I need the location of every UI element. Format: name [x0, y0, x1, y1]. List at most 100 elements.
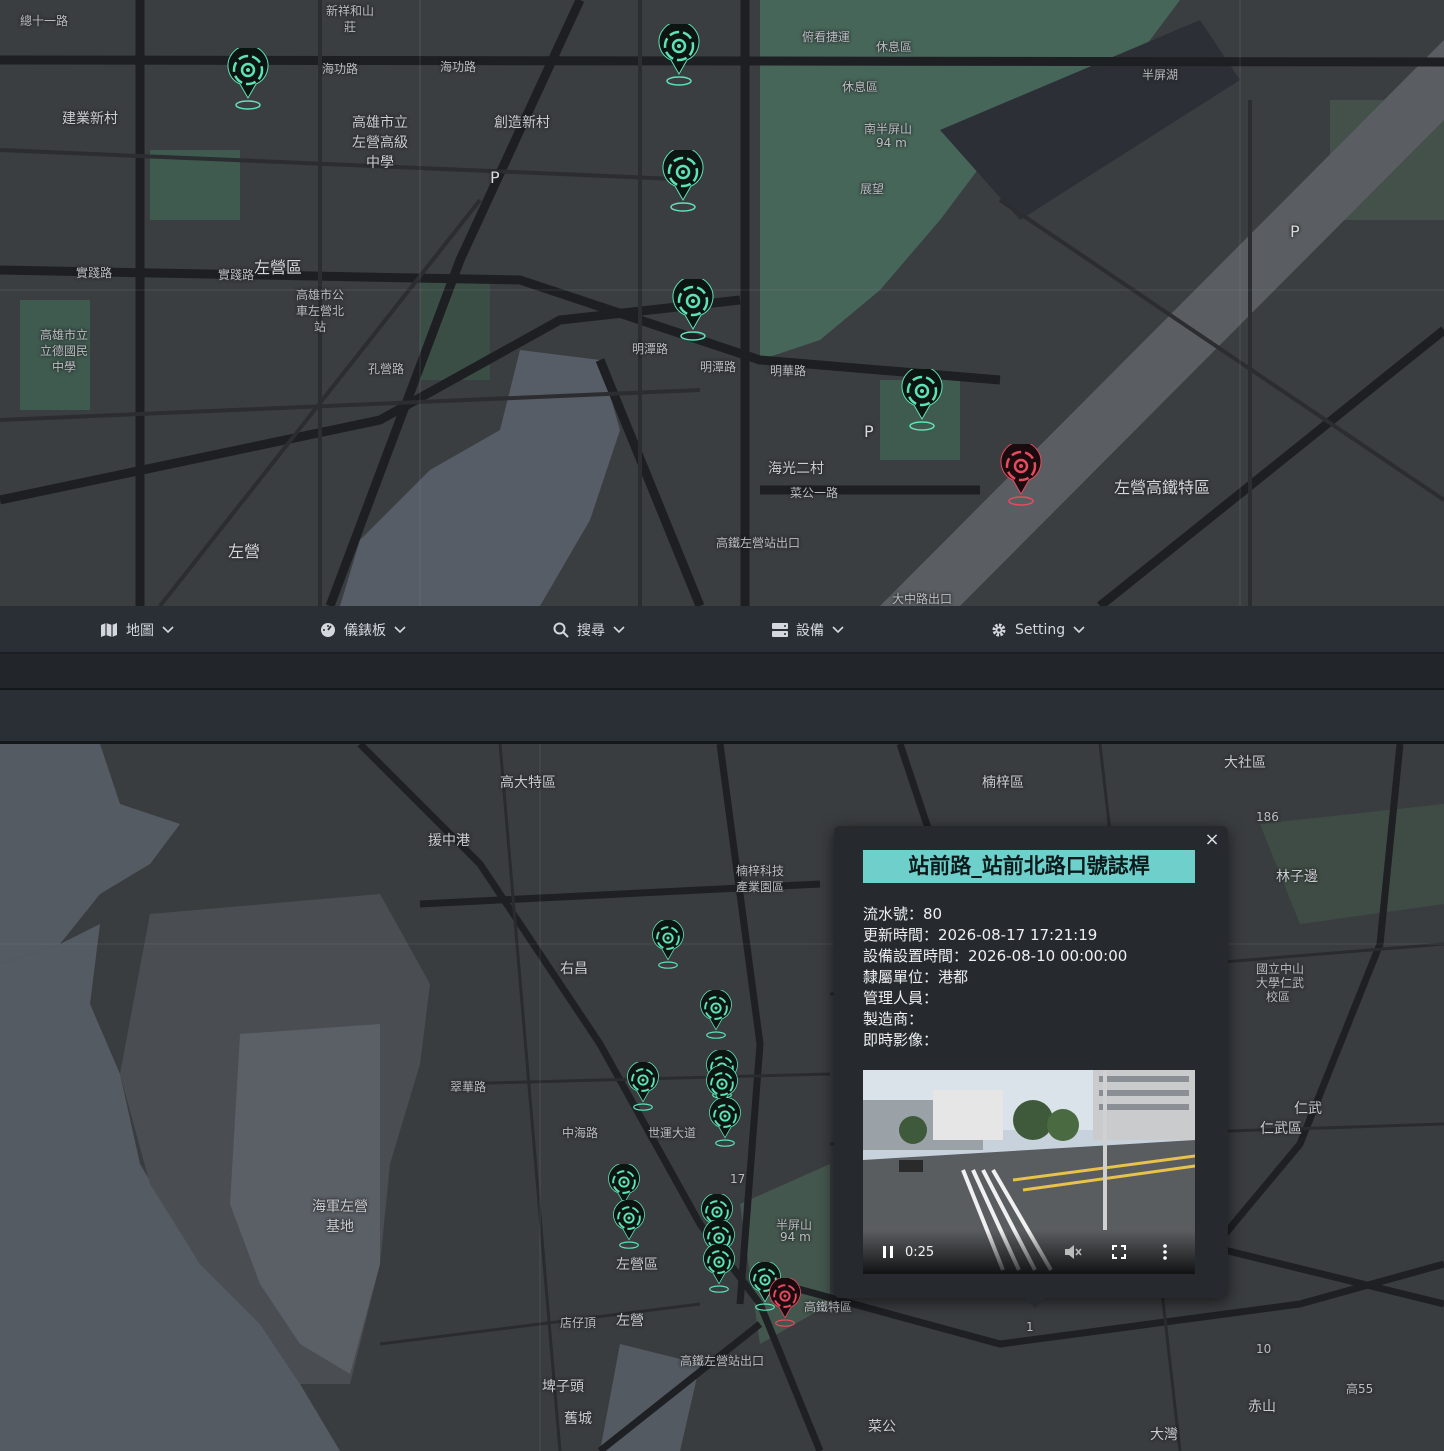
map-label: 高鐵左營站出口: [716, 536, 801, 550]
map-label: 中學: [52, 360, 77, 374]
chevron-down-icon: [613, 626, 625, 634]
info-unit: 隸屬單位：港都: [863, 968, 969, 986]
map-label: 楠梓區: [982, 775, 1024, 791]
camera-marker-green[interactable]: [702, 1244, 736, 1294]
map-label: P: [1290, 222, 1300, 241]
map-label: 左營高鐵特區: [1114, 478, 1211, 497]
camera-marker-red[interactable]: [768, 1278, 802, 1328]
camera-marker-green[interactable]: [657, 24, 701, 86]
map-label: 半屏湖: [1142, 68, 1179, 82]
chevron-down-icon: [1073, 626, 1085, 634]
map-label: 菜公一路: [790, 486, 839, 500]
map-label: 實踐路: [76, 266, 113, 280]
map-label: 實踐路: [218, 268, 255, 282]
pause-icon[interactable]: [881, 1245, 895, 1259]
map-label: 明華路: [770, 364, 807, 378]
map-label: 左營: [616, 1313, 644, 1329]
camera-marker-green[interactable]: [900, 369, 944, 431]
camera-marker-green[interactable]: [651, 920, 685, 970]
toolbar-band: [0, 654, 1444, 690]
chevron-down-icon: [832, 626, 844, 634]
map-label: 高鐵特區: [804, 1300, 853, 1314]
map-label: 楠梓科技: [736, 864, 785, 878]
map-label: 車左營北: [296, 304, 345, 318]
camera-marker-red[interactable]: [999, 444, 1043, 506]
map-label: 立德國民: [40, 344, 89, 358]
map-label: 高大特區: [500, 775, 556, 791]
map-label: 基地: [326, 1219, 354, 1235]
map-label: 海功路: [322, 62, 359, 76]
nav-item-map[interactable]: 地圖: [100, 606, 174, 654]
nav-label: 設備: [796, 623, 824, 639]
nav-label: 儀錶板: [344, 623, 386, 639]
info-manager: 管理人員：: [863, 989, 939, 1007]
map-label: 世運大道: [648, 1126, 697, 1140]
map-label: 大中路出口: [892, 592, 953, 606]
camera-marker-green[interactable]: [671, 279, 715, 341]
map-label: 海功路: [440, 60, 477, 74]
map-label: P: [490, 168, 500, 187]
camera-marker-green[interactable]: [699, 990, 733, 1040]
map-icon: [101, 623, 117, 637]
camera-marker-green[interactable]: [226, 48, 270, 110]
top-map-tiles: [0, 0, 1444, 606]
nav-item-dashboard[interactable]: 儀錶板: [320, 606, 406, 654]
map-label: 明潭路: [632, 342, 669, 356]
info-updated-time: 更新時間：2026-08-17 17:21:19: [863, 926, 1098, 944]
toolbar-band: [0, 690, 1444, 744]
camera-marker-green[interactable]: [708, 1098, 742, 1148]
fullscreen-icon[interactable]: [1112, 1245, 1127, 1259]
map-label: 94 m: [780, 1230, 811, 1244]
map-label: 高雄市立: [352, 115, 408, 131]
info-serial: 流水號：80: [863, 905, 943, 923]
nav-item-search[interactable]: 搜尋: [553, 606, 625, 654]
map-label: 菜公: [868, 1419, 896, 1435]
map-label: 舊城: [564, 1411, 592, 1427]
camera-marker-green[interactable]: [612, 1200, 646, 1250]
device-info-list: 流水號：80 更新時間：2026-08-17 17:21:19 設備設置時間：2…: [863, 904, 1127, 1051]
map-label: 左營區: [254, 258, 303, 277]
info-live-video: 即時影像：: [863, 1031, 939, 1049]
more-options-icon[interactable]: [1162, 1244, 1168, 1260]
map-label: 大灣: [1150, 1427, 1178, 1443]
map-label: 94 m: [876, 136, 907, 150]
map-label: 海光二村: [768, 461, 824, 477]
mute-icon[interactable]: [1064, 1244, 1082, 1260]
device-info-popup: × 站前路_站前北路口號誌桿 流水號：80 更新時間：2026-08-17 17…: [834, 826, 1228, 1308]
top-map-view[interactable]: 總十一路 新祥和山 莊 海功路 海功路 建業新村 高雄市立 左營高級 中學 創造…: [0, 0, 1444, 606]
dashboard-icon: [321, 623, 335, 637]
search-icon: [553, 622, 569, 638]
map-label: 左營: [228, 542, 261, 561]
map-label: 高55: [1346, 1382, 1374, 1396]
chevron-down-icon: [162, 626, 174, 634]
map-label: 右昌: [560, 961, 588, 977]
main-navbar: 地圖 儀錶板 搜尋 設備 Setting: [0, 606, 1444, 654]
nav-item-setting[interactable]: Setting: [991, 606, 1085, 654]
live-video-player[interactable]: 0:25: [863, 1070, 1195, 1274]
map-label: 南半屏山: [864, 122, 913, 136]
map-label: 俯看捷運: [802, 30, 851, 44]
map-label: 站: [314, 320, 327, 334]
map-label: 莊: [344, 20, 357, 34]
map-label: 左營高級: [352, 135, 408, 151]
close-icon[interactable]: ×: [1202, 830, 1222, 850]
video-time: 0:25: [905, 1244, 935, 1260]
map-label: 店仔頂: [560, 1316, 597, 1330]
map-label: 高鐵左營站出口: [680, 1354, 765, 1368]
map-label: 高雄市公: [296, 288, 345, 302]
popup-title: 站前路_站前北路口號誌桿: [863, 850, 1195, 883]
map-label: 孔營路: [368, 362, 405, 376]
nav-label: 地圖: [126, 623, 154, 639]
server-icon: [772, 623, 788, 637]
camera-marker-green[interactable]: [626, 1062, 660, 1112]
camera-marker-green[interactable]: [661, 150, 705, 212]
map-label: 中海路: [562, 1126, 599, 1140]
map-label: 仁武區: [1260, 1121, 1302, 1137]
gear-icon: [992, 623, 1006, 637]
map-label: 創造新村: [494, 115, 550, 131]
info-install-time: 設備設置時間：2026-08-10 00:00:00: [863, 947, 1128, 965]
nav-item-device[interactable]: 設備: [772, 606, 844, 654]
map-label: 仁武: [1294, 1101, 1322, 1117]
map-label: 休息區: [842, 80, 879, 94]
map-label: 埤子頭: [542, 1379, 584, 1395]
